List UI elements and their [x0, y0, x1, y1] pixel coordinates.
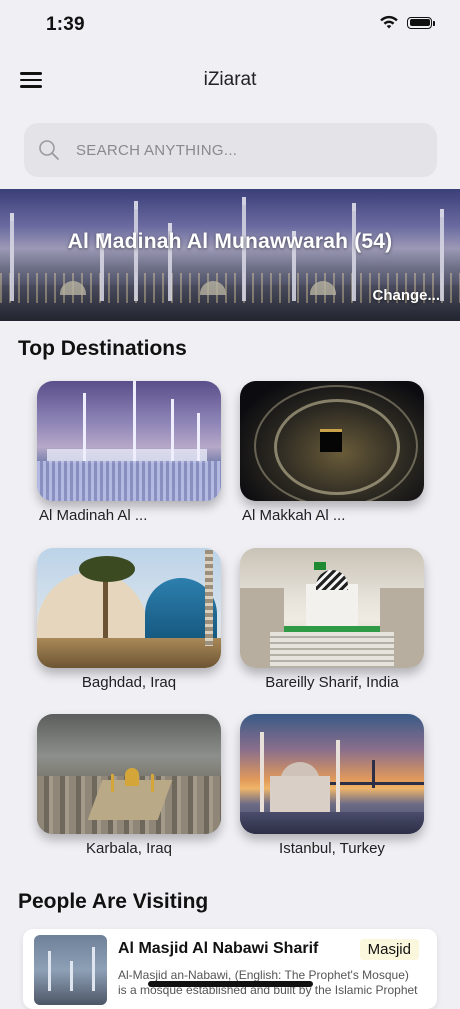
status-icons: [379, 15, 435, 30]
battery-icon: [407, 16, 435, 29]
status-bar: 1:39: [0, 0, 460, 50]
destination-label: Bareilly Sharif, India: [265, 674, 399, 691]
destination-card-madinah[interactable]: Al Madinah Al ...: [37, 381, 221, 524]
search-input[interactable]: [74, 140, 398, 160]
destination-image: [37, 714, 221, 834]
people-visiting-heading: People Are Visiting: [18, 890, 209, 913]
place-title: Al Masjid Al Nabawi Sharif: [118, 940, 319, 957]
destination-card-makkah[interactable]: Al Makkah Al ...: [240, 381, 424, 524]
place-thumbnail: [34, 935, 107, 1005]
app-title: iZiarat: [203, 69, 257, 90]
place-category-badge: Masjid: [359, 939, 419, 960]
destination-image: [37, 381, 221, 501]
destination-card-bareilly[interactable]: Bareilly Sharif, India: [240, 548, 424, 691]
visiting-place-card[interactable]: Al Masjid Al Nabawi Sharif Masjid Al-Mas…: [23, 929, 437, 1009]
wifi-icon: [380, 15, 398, 29]
destination-label: Baghdad, Iraq: [81, 674, 177, 691]
destination-card-istanbul[interactable]: Istanbul, Turkey: [240, 714, 424, 857]
nav-bar: iZiarat: [0, 55, 460, 107]
destination-card-baghdad[interactable]: Baghdad, Iraq: [37, 548, 221, 691]
destination-label: Istanbul, Turkey: [279, 840, 385, 857]
status-time: 1:39: [46, 14, 85, 35]
search-icon: [39, 140, 59, 160]
destination-image: [240, 714, 424, 834]
banner-city-title: Al Madinah Al Munawwarah (54): [67, 230, 393, 253]
destination-label: Al Madinah Al ...: [39, 507, 148, 524]
search-bar[interactable]: [24, 123, 437, 177]
home-indicator[interactable]: [148, 981, 313, 987]
destination-label: Al Makkah Al ...: [242, 507, 346, 524]
destination-image: [37, 548, 221, 668]
change-city-link[interactable]: Change...: [372, 287, 440, 304]
top-destinations-heading: Top Destinations: [18, 337, 187, 360]
city-banner: Al Madinah Al Munawwarah (54) Change...: [0, 189, 460, 321]
destination-image: [240, 548, 424, 668]
destination-image: [240, 381, 424, 501]
destination-card-karbala[interactable]: Karbala, Iraq: [37, 714, 221, 857]
destination-label: Karbala, Iraq: [86, 840, 172, 857]
